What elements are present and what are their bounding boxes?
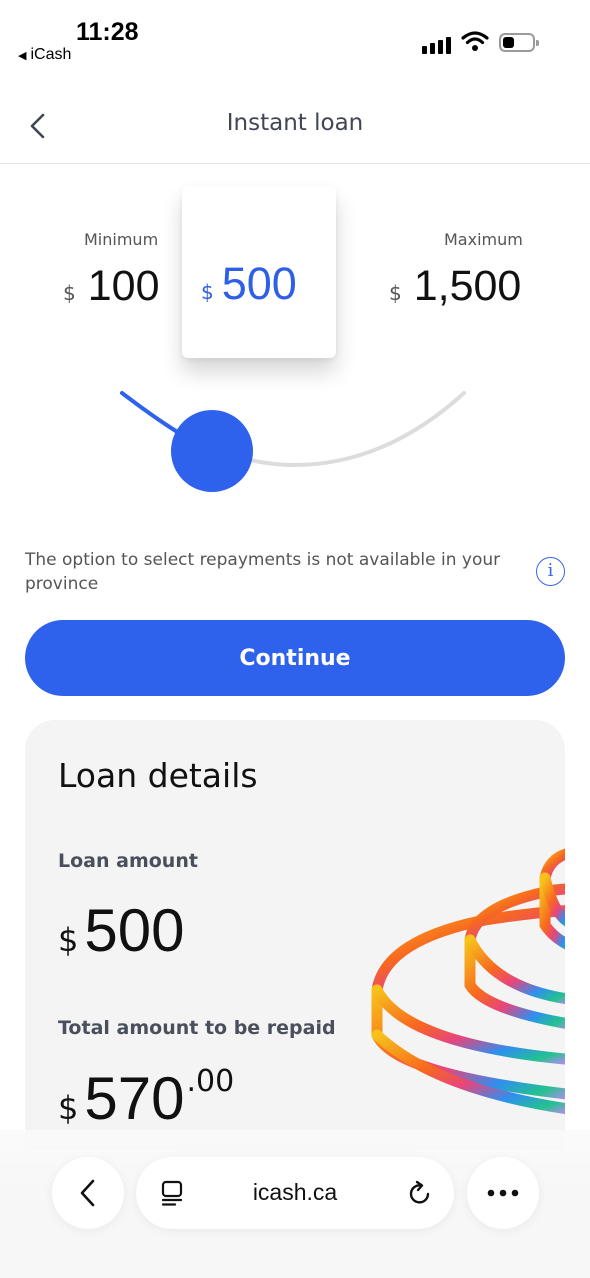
loan-amount-value: $ 500 <box>58 896 184 965</box>
total-repaid-decimals: .00 <box>186 1064 235 1099</box>
more-options-button[interactable] <box>467 1157 539 1229</box>
page-title: Instant loan <box>226 110 364 136</box>
maximum-label: Maximum <box>444 230 523 249</box>
status-bar: 11:28 ◀ iCash <box>0 0 590 80</box>
loan-amount-label: Loan amount <box>58 850 198 872</box>
currency-symbol: $ <box>201 280 214 304</box>
loan-details-card: Loan details Loan amount $ 500 Total amo… <box>25 720 565 1150</box>
wifi-icon <box>461 31 489 51</box>
selected-value: 500 <box>221 258 297 309</box>
currency-symbol: $ <box>58 1089 79 1127</box>
coin-stack-illustration <box>371 848 565 1115</box>
back-to-app-link[interactable]: ◀ iCash <box>18 46 71 64</box>
info-icon[interactable]: i <box>536 557 565 586</box>
total-repaid-label: Total amount to be repaid <box>58 1017 336 1039</box>
browser-back-button[interactable] <box>52 1157 124 1229</box>
battery-level <box>503 37 514 48</box>
amount-slider[interactable] <box>0 360 590 510</box>
minimum-label: Minimum <box>84 230 159 249</box>
loan-details-title: Loan details <box>58 756 258 795</box>
browser-bottom-bar: icash.ca <box>0 1130 590 1278</box>
battery-icon <box>499 33 539 52</box>
nav-header: Instant loan <box>0 88 590 164</box>
maximum-value: 1,500 <box>413 262 522 310</box>
more-icon <box>487 1189 519 1197</box>
reload-icon[interactable] <box>406 1179 434 1207</box>
info-message: The option to select repayments is not a… <box>25 550 501 594</box>
loan-amount-number: 500 <box>84 897 185 964</box>
maximum-amount[interactable]: $ 1,500 <box>389 262 521 311</box>
cellular-signal-icon <box>422 34 454 54</box>
address-bar[interactable]: icash.ca <box>136 1157 454 1229</box>
total-repaid-number: 570 <box>84 1065 185 1132</box>
total-repaid-value: $ 570 .00 <box>58 1064 234 1133</box>
back-triangle-icon: ◀ <box>18 50 27 62</box>
status-time: 11:28 <box>76 18 139 46</box>
currency-symbol: $ <box>58 921 79 959</box>
minimum-amount[interactable]: $ 100 <box>63 262 159 311</box>
back-app-label: iCash <box>30 46 72 63</box>
continue-button[interactable]: Continue <box>25 620 565 696</box>
chevron-left-icon <box>80 1179 95 1207</box>
currency-symbol: $ <box>63 281 76 305</box>
selected-amount: $ 500 <box>201 258 297 310</box>
slider-handle[interactable] <box>171 410 253 492</box>
currency-symbol: $ <box>389 281 402 305</box>
minimum-value: 100 <box>87 262 160 310</box>
